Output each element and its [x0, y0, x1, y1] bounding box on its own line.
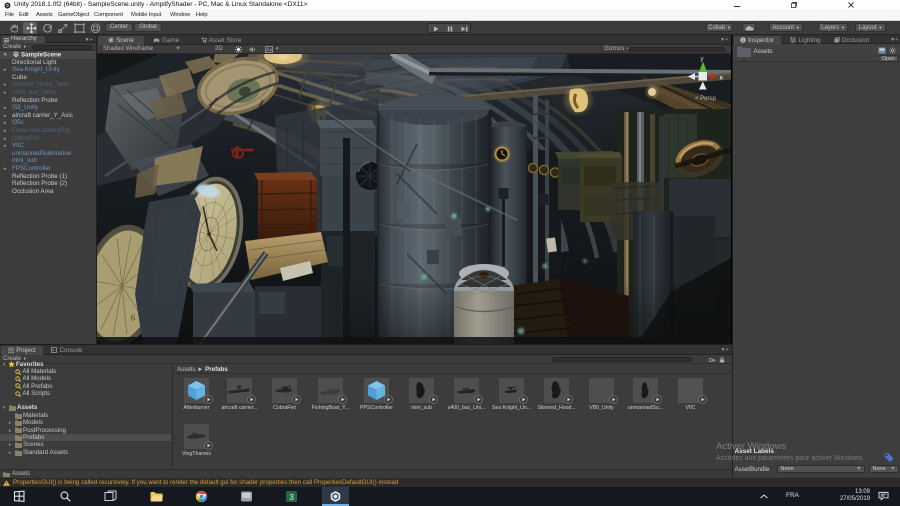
- svg-text:y: y: [701, 57, 704, 63]
- svg-text:3: 3: [289, 491, 294, 501]
- svg-text:x: x: [720, 76, 724, 82]
